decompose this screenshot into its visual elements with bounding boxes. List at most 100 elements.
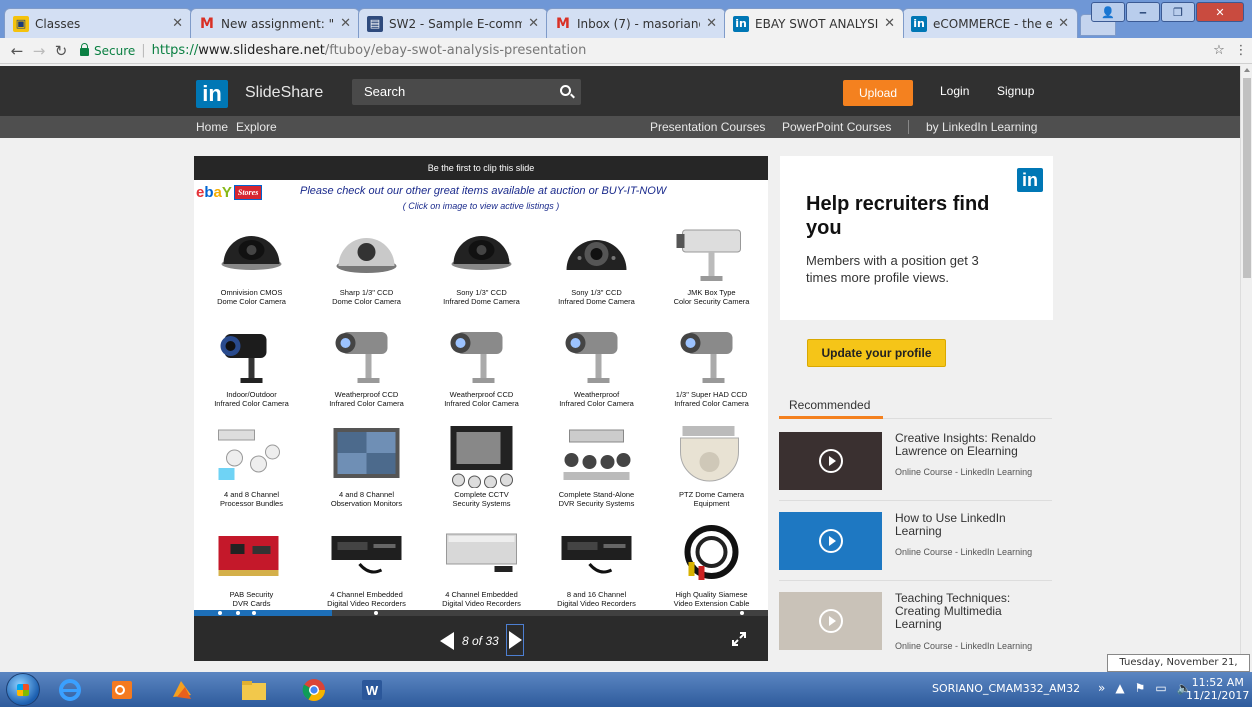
tab-ebay-swot[interactable]: in EBAY SWOT ANALYSIS ✕ [724, 8, 904, 38]
close-icon[interactable]: ✕ [706, 16, 717, 31]
product-image[interactable] [329, 220, 404, 286]
tab-ecommerce[interactable]: in eCOMMERCE - the eBAY ✕ [902, 8, 1078, 38]
product-image[interactable] [329, 522, 404, 588]
page-scrollbar[interactable] [1240, 66, 1252, 671]
close-icon[interactable]: ✕ [884, 16, 895, 31]
tab-inbox[interactable]: M Inbox (7) - masoriano@ ✕ [546, 8, 726, 38]
secure-indicator[interactable]: Secure [80, 42, 135, 58]
product-listing[interactable]: Weatherproof Infrared Color Camera [539, 322, 654, 418]
clip-slide-bar[interactable]: Be the first to clip this slide [194, 156, 768, 180]
close-icon[interactable]: ✕ [172, 16, 183, 31]
course-title[interactable]: Teaching Techniques: Creating Multimedia… [895, 592, 1045, 631]
fullscreen-icon[interactable] [732, 632, 746, 646]
recommended-item[interactable]: Teaching Techniques: Creating Multimedia… [779, 592, 1052, 662]
product-listing[interactable]: 4 Channel Embedded Digital Video Recorder… [424, 522, 539, 610]
product-listing[interactable]: Omnivision CMOS Dome Color Camera [194, 220, 309, 316]
product-listing[interactable]: Indoor/Outdoor Infrared Color Camera [194, 322, 309, 418]
product-listing[interactable]: 4 and 8 Channel Processor Bundles [194, 422, 309, 518]
forward-icon[interactable]: → [28, 42, 50, 60]
product-listing[interactable]: 1/3" Super HAD CCD Infrared Color Camera [654, 322, 768, 418]
product-listing[interactable]: Complete CCTV Security Systems [424, 422, 539, 518]
product-listing[interactable]: JMK Box Type Color Security Camera [654, 220, 768, 316]
nav-by-linkedin-learning[interactable]: by LinkedIn Learning [926, 120, 1037, 134]
network-icon[interactable]: ▭ [1155, 681, 1166, 695]
search-icon[interactable] [560, 85, 571, 96]
scroll-thumb[interactable] [1243, 78, 1251, 278]
tab-sw2-sample[interactable]: ▤ SW2 - Sample E-comme ✕ [358, 8, 548, 38]
product-listing[interactable]: Sony 1/3" CCD Infrared Dome Camera [424, 220, 539, 316]
course-title[interactable]: How to Use LinkedIn Learning [895, 512, 1045, 538]
close-icon[interactable]: ✕ [1058, 16, 1069, 31]
linkedin-ad[interactable]: in Help recruiters find you Members with… [780, 156, 1053, 320]
product-image[interactable] [559, 522, 634, 588]
product-listing[interactable]: PAB Security DVR Cards [194, 522, 309, 610]
close-icon[interactable]: ✕ [340, 16, 351, 31]
product-listing[interactable]: 8 and 16 Channel Digital Video Recorders [539, 522, 654, 610]
course-thumbnail[interactable] [779, 592, 882, 650]
product-image[interactable] [214, 422, 289, 488]
bookmark-star-icon[interactable]: ☆ [1208, 43, 1230, 58]
close-icon[interactable]: ✕ [528, 16, 539, 31]
product-image[interactable] [674, 220, 749, 286]
course-thumbnail[interactable] [779, 512, 882, 570]
nav-presentation-courses[interactable]: Presentation Courses [650, 120, 765, 134]
product-image[interactable] [214, 322, 289, 388]
product-listing[interactable]: 4 and 8 Channel Observation Monitors [309, 422, 424, 518]
nav-powerpoint-courses[interactable]: PowerPoint Courses [782, 120, 891, 134]
slide-image[interactable]: ebaY Stores Please check out our other g… [194, 180, 768, 610]
nav-home[interactable]: Home [196, 120, 228, 134]
tray-expand-icon[interactable]: » [1098, 681, 1105, 695]
flag-icon[interactable]: ⚑ [1135, 681, 1146, 695]
product-listing[interactable]: Weatherproof CCD Infrared Color Camera [309, 322, 424, 418]
product-image[interactable] [444, 220, 519, 286]
maximize-button[interactable]: ❐ [1161, 2, 1195, 22]
product-image[interactable] [444, 422, 519, 488]
close-window-button[interactable]: ✕ [1196, 2, 1244, 22]
system-clock[interactable]: 11:52 AM 11/21/2017 [1186, 676, 1249, 702]
signup-link[interactable]: Signup [997, 84, 1034, 98]
tab-classes[interactable]: ▣ Classes ✕ [4, 8, 192, 38]
product-image[interactable] [214, 220, 289, 286]
url-text[interactable]: https://www.slideshare.net/ftuboy/ebay-s… [152, 43, 587, 58]
recommended-item[interactable]: How to Use LinkedIn Learning Online Cour… [779, 512, 1052, 582]
taskbar-label[interactable]: SORIANO_CMAM332_AM32 [932, 682, 1080, 695]
next-slide-button[interactable] [506, 624, 524, 656]
word-icon[interactable]: W [350, 674, 394, 705]
product-listing[interactable]: PTZ Dome Camera Equipment [654, 422, 768, 518]
file-explorer-icon[interactable] [232, 674, 276, 705]
internet-explorer-icon[interactable] [48, 674, 92, 705]
menu-icon[interactable]: ⋮ [1230, 43, 1252, 58]
product-image[interactable] [559, 422, 634, 488]
brand-name[interactable]: SlideShare [245, 84, 323, 102]
product-image[interactable] [214, 522, 289, 588]
product-listing[interactable]: Sharp 1/3" CCD Dome Color Camera [309, 220, 424, 316]
reload-icon[interactable]: ↻ [50, 42, 72, 60]
upload-button[interactable]: Upload [843, 80, 913, 106]
product-listing[interactable]: High Quality Siamese Video Extension Cabl… [654, 522, 768, 610]
course-title[interactable]: Creative Insights: Renaldo Lawrence on E… [895, 432, 1045, 458]
product-image[interactable] [674, 322, 749, 388]
address-bar[interactable]: Secure | https://www.slideshare.net/ftub… [80, 40, 1208, 62]
chrome-icon[interactable] [292, 674, 336, 705]
course-thumbnail[interactable] [779, 432, 882, 490]
search-input[interactable]: Search [352, 79, 581, 105]
product-image[interactable] [444, 322, 519, 388]
product-listing[interactable]: Weatherproof CCD Infrared Color Camera [424, 322, 539, 418]
recommended-heading[interactable]: Recommended [789, 398, 870, 412]
scroll-up-icon[interactable] [1244, 68, 1250, 72]
product-image[interactable] [329, 422, 404, 488]
login-link[interactable]: Login [940, 84, 969, 98]
outlook-icon[interactable] [100, 674, 144, 705]
user-icon[interactable]: 👤 [1091, 2, 1125, 22]
product-listing[interactable]: Complete Stand-Alone DVR Security Systems [539, 422, 654, 518]
update-profile-button[interactable]: Update your profile [807, 339, 946, 367]
nav-explore[interactable]: Explore [236, 120, 277, 134]
product-image[interactable] [559, 322, 634, 388]
product-image[interactable] [329, 322, 404, 388]
app-icon[interactable] [160, 674, 204, 705]
product-listing[interactable]: Sony 1/3" CCD Infrared Dome Camera [539, 220, 654, 316]
minimize-button[interactable]: ‒ [1126, 2, 1160, 22]
recommended-item[interactable]: Creative Insights: Renaldo Lawrence on E… [779, 432, 1052, 502]
previous-slide-button[interactable] [440, 632, 454, 650]
start-button[interactable] [6, 673, 40, 706]
